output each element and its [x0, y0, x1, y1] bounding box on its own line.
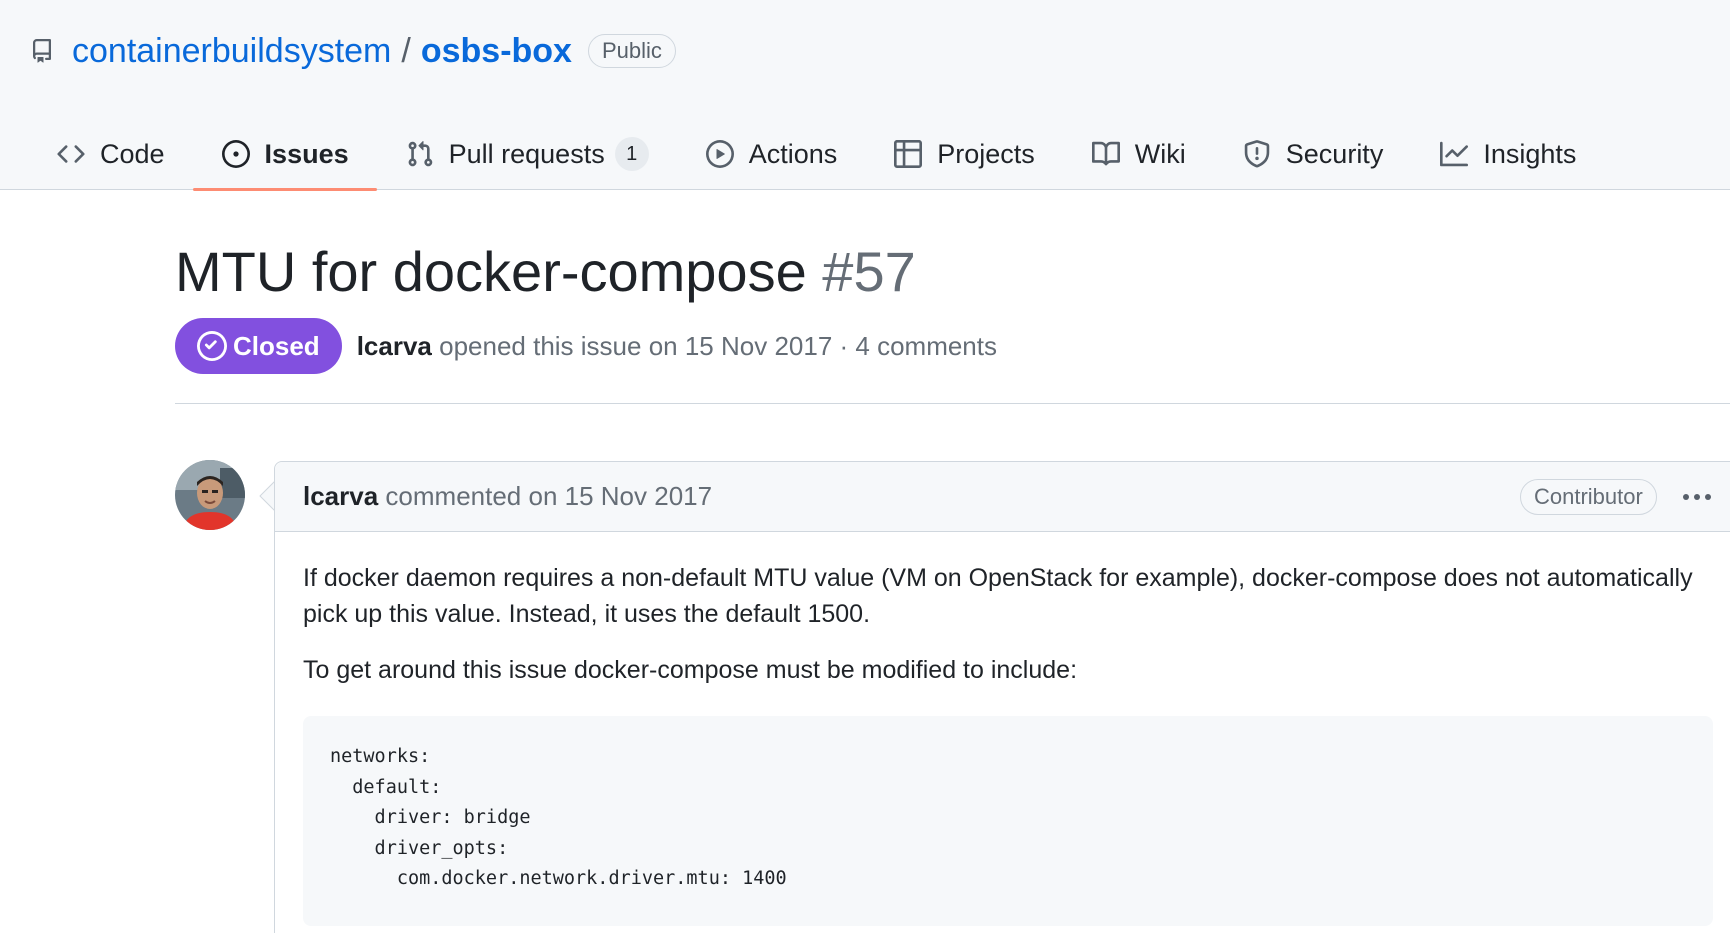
comment-box: lcarva commented on 15 Nov 2017 Contribu… — [274, 461, 1730, 933]
repo-nav: Code Issues Pull requests 1 Actions Proj… — [0, 118, 1604, 191]
code-block: networks: default: driver: bridge driver… — [303, 716, 1713, 926]
tab-wiki[interactable]: Wiki — [1063, 118, 1214, 190]
issue-opened-icon — [221, 139, 251, 169]
git-pull-request-icon — [405, 139, 435, 169]
issue-author-link[interactable]: lcarva — [357, 331, 432, 361]
repo-owner-link[interactable]: containerbuildsystem — [72, 32, 391, 71]
avatar[interactable] — [175, 460, 245, 530]
tab-insights[interactable]: Insights — [1411, 118, 1604, 190]
repo-title: containerbuildsystem / osbs-box Public — [30, 28, 676, 74]
tab-projects-label: Projects — [937, 138, 1035, 169]
book-icon — [1091, 139, 1121, 169]
pull-requests-counter: 1 — [614, 137, 649, 171]
tab-projects[interactable]: Projects — [865, 118, 1063, 190]
issue-opened-text: opened this issue on 15 Nov 2017 · 4 com… — [439, 330, 997, 361]
contributor-badge: Contributor — [1520, 479, 1657, 515]
tab-security[interactable]: Security — [1214, 118, 1412, 190]
repo-header: containerbuildsystem / osbs-box Public C… — [0, 0, 1730, 191]
tab-actions[interactable]: Actions — [677, 118, 866, 190]
comment-body: If docker daemon requires a non-default … — [275, 532, 1730, 926]
tab-actions-label: Actions — [748, 138, 838, 169]
tab-wiki-label: Wiki — [1134, 138, 1186, 169]
issue-title: MTU for docker-compose #57 — [175, 236, 916, 308]
table-icon — [893, 139, 923, 169]
visibility-badge: Public — [587, 34, 676, 68]
comment-paragraph: To get around this issue docker-compose … — [303, 656, 1078, 684]
kebab-horizontal-icon — [1683, 494, 1711, 500]
code-icon — [56, 139, 86, 169]
state-badge: Closed — [175, 318, 342, 374]
comment-options-button[interactable] — [1677, 479, 1717, 515]
comment-paragraph: If docker daemon requires a non-default … — [303, 564, 1693, 628]
tab-security-label: Security — [1285, 138, 1384, 169]
comment-header: lcarva commented on 15 Nov 2017 Contribu… — [275, 462, 1730, 532]
code-content: networks: default: driver: bridge driver… — [330, 746, 787, 889]
header-divider — [175, 403, 1730, 404]
tab-pull-requests[interactable]: Pull requests 1 — [377, 118, 677, 190]
issue-closed-icon — [197, 331, 227, 361]
comment-timestamp[interactable]: commented on 15 Nov 2017 — [385, 481, 712, 511]
issue-number: #57 — [822, 240, 916, 303]
tab-issues[interactable]: Issues — [192, 118, 377, 191]
repo-icon — [30, 36, 56, 66]
shield-icon — [1242, 139, 1272, 169]
issue-title-text: MTU for docker-compose — [175, 240, 807, 303]
repo-name-link[interactable]: osbs-box — [421, 32, 572, 71]
state-badge-label: Closed — [233, 330, 320, 361]
graph-icon — [1439, 139, 1469, 169]
tab-insights-label: Insights — [1483, 138, 1577, 169]
play-icon — [705, 139, 735, 169]
tab-code-label: Code — [100, 138, 165, 169]
comment-author-link[interactable]: lcarva — [303, 481, 378, 511]
tab-pull-requests-label: Pull requests — [448, 138, 605, 169]
comment-header-text: lcarva commented on 15 Nov 2017 — [303, 481, 712, 512]
tab-code[interactable]: Code — [0, 118, 193, 190]
issue-meta-text: lcarva opened this issue on 15 Nov 2017 … — [357, 331, 997, 362]
repo-path-separator: / — [401, 31, 411, 70]
issue-meta: Closed lcarva opened this issue on 15 No… — [175, 318, 997, 374]
tab-issues-label: Issues — [264, 138, 349, 169]
